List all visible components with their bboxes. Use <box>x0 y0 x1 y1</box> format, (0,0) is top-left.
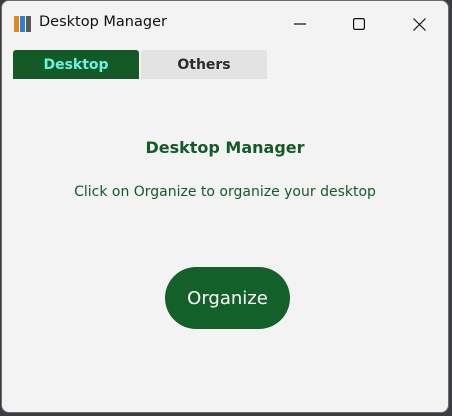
tab-bar: Desktop Others <box>13 50 267 79</box>
organize-button[interactable]: Organize <box>165 267 290 329</box>
minimize-icon <box>294 23 306 25</box>
minimize-button[interactable] <box>271 1 329 47</box>
app-window: Desktop Manager Desktop Others Desktop M… <box>1 0 449 413</box>
maximize-button[interactable] <box>330 1 388 47</box>
title-bar: Desktop Manager <box>2 1 448 47</box>
page-heading: Desktop Manager <box>145 138 305 157</box>
window-title: Desktop Manager <box>39 14 167 30</box>
app-icon <box>14 16 32 32</box>
tab-desktop[interactable]: Desktop <box>13 50 139 79</box>
tab-others[interactable]: Others <box>141 50 267 79</box>
close-button[interactable] <box>390 1 448 47</box>
close-icon <box>412 17 426 31</box>
maximize-icon <box>353 18 365 30</box>
instruction-text: Click on Organize to organize your deskt… <box>74 184 376 200</box>
